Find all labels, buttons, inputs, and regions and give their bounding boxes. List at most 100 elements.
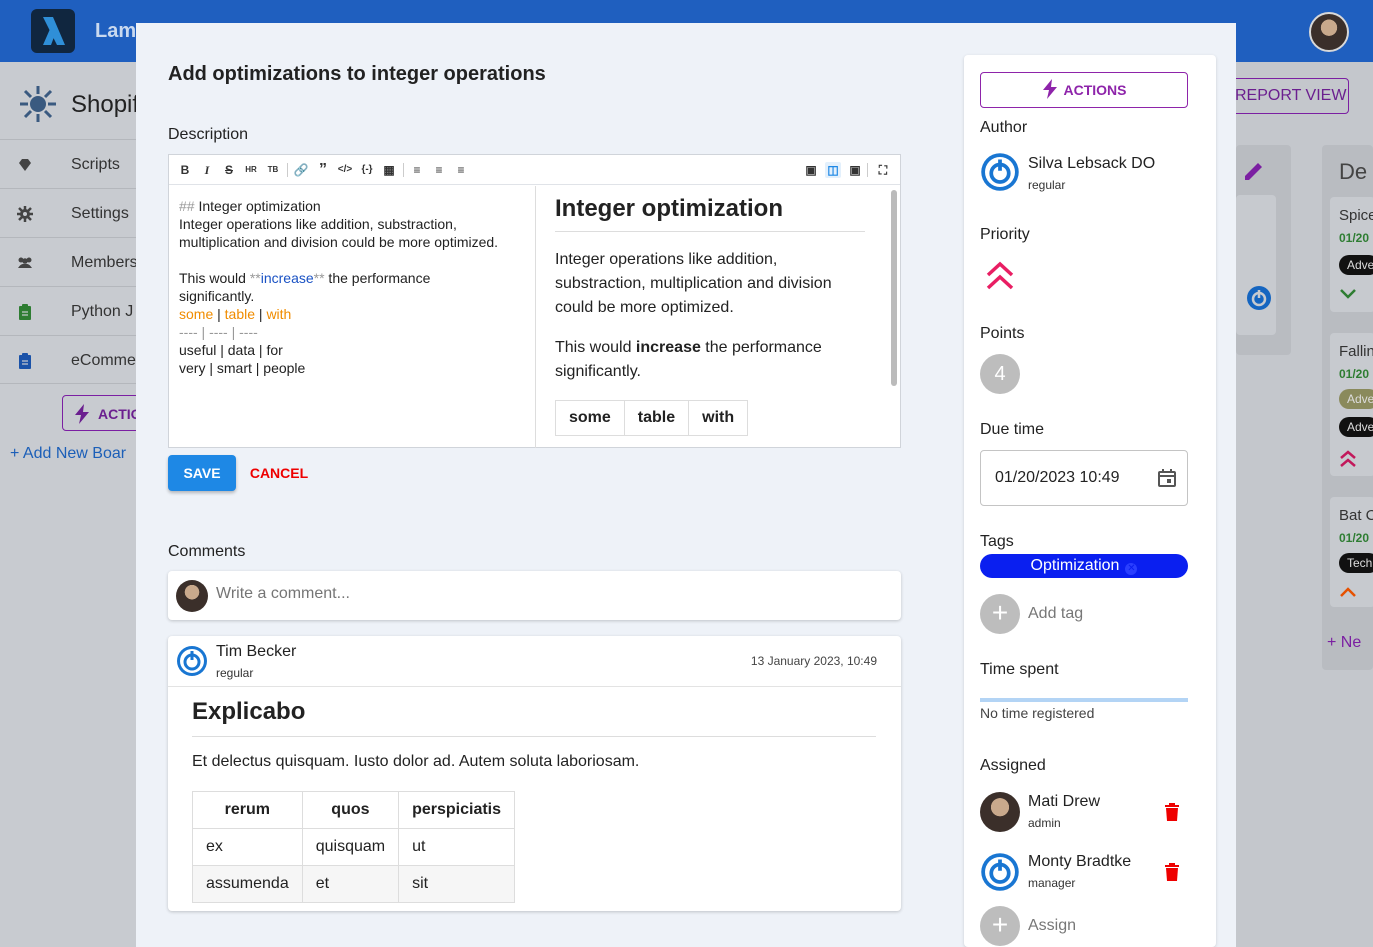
table-row: ex quisquam ut — [192, 828, 516, 866]
board-card[interactable]: Spice 01/20 Adve — [1330, 197, 1373, 312]
checklist-icon[interactable]: ≡ — [453, 162, 469, 178]
table-cell: sit — [398, 865, 516, 903]
add-new-board-link[interactable]: + Add New Boar — [10, 445, 126, 463]
table-cell: et — [301, 865, 400, 903]
table-header: rerum — [192, 791, 303, 829]
code-block-icon[interactable]: {-} — [359, 162, 375, 178]
comment-author-role: regular — [216, 666, 254, 680]
assign-label[interactable]: Assign — [1028, 917, 1076, 935]
board-card[interactable] — [1236, 195, 1276, 335]
clipboard-icon — [19, 304, 31, 320]
fullscreen-icon[interactable]: ⛶ — [875, 162, 891, 178]
link-icon[interactable]: 🔗 — [293, 162, 309, 178]
unordered-list-icon[interactable]: ≡ — [409, 162, 425, 178]
tag-chip[interactable]: Optimization ✕ — [980, 554, 1188, 578]
task-dialog: Add optimizations to integer operations … — [136, 23, 1236, 947]
author-name: Silva Lebsack DO — [1028, 155, 1156, 172]
add-tag-button[interactable]: + — [980, 594, 1020, 634]
sidebar-item-python-j[interactable]: Python J — [0, 286, 140, 335]
edit-mode-icon[interactable]: ▣ — [803, 162, 819, 178]
source-line: ---- | ---- | ---- — [179, 324, 258, 340]
description-label: Description — [168, 126, 249, 143]
split-mode-icon[interactable]: ◫ — [825, 162, 841, 178]
sidebar-item-settings[interactable]: Settings — [0, 188, 140, 237]
user-avatar[interactable] — [1309, 12, 1349, 52]
priority-label: Priority — [980, 226, 1030, 243]
board-card[interactable]: Bat C 01/20 Tech — [1330, 497, 1373, 607]
code-icon[interactable]: </> — [337, 162, 353, 178]
gear-icon — [17, 206, 33, 222]
source-line: ## Integer optimization — [179, 198, 321, 214]
ordered-list-icon[interactable]: ≡ — [431, 162, 447, 178]
save-button[interactable]: SAVE — [168, 455, 236, 491]
new-card-link[interactable]: + Ne — [1327, 634, 1361, 652]
cancel-button[interactable]: CANCEL — [242, 455, 316, 491]
card-date: 01/20 — [1339, 231, 1370, 245]
italic-button[interactable]: I — [199, 162, 215, 178]
sidebar-item-label: Members — [71, 254, 138, 271]
table-button[interactable]: TB — [265, 162, 281, 178]
sidebar-item-label: Scripts — [71, 156, 120, 173]
time-spent-text: No time registered — [980, 705, 1095, 721]
due-time-field[interactable]: 01/20/2023 10:49 — [980, 450, 1188, 506]
points-badge[interactable]: 4 — [980, 354, 1020, 394]
source-line: very | smart | people — [179, 360, 306, 376]
comment-author: Tim Becker — [216, 643, 297, 660]
gem-icon — [19, 159, 31, 171]
preview-paragraph: Integer operations like addition, substr… — [555, 251, 832, 316]
table-cell: quisquam — [301, 828, 400, 866]
double-chevron-up-icon — [1340, 450, 1356, 467]
comment-body: Explicabo Et delectus quisquam. Iusto do… — [192, 698, 876, 903]
comment-header: Tim Becker regular 13 January 2023, 10:4… — [168, 636, 901, 687]
clipboard-icon — [19, 353, 31, 369]
add-tag-label[interactable]: Add tag — [1028, 605, 1083, 623]
table-header: perspiciatis — [398, 791, 516, 829]
task-title[interactable]: Add optimizations to integer operations — [168, 63, 546, 86]
comment-input[interactable] — [216, 585, 886, 603]
board-card[interactable]: Fallin 01/20 Adve Adve — [1330, 333, 1373, 476]
app-logo[interactable] — [31, 9, 75, 53]
assignee-name: Mati Drew — [1028, 793, 1101, 810]
card-date: 01/20 — [1339, 367, 1370, 381]
editor-source-text[interactable]: ## Integer optimization Integer operation… — [179, 197, 498, 377]
close-icon[interactable]: ✕ — [1125, 563, 1138, 575]
sidebar-item-ecommerce[interactable]: eComme — [0, 335, 140, 384]
table-cell: ex — [192, 828, 303, 866]
author-label: Author — [980, 119, 1028, 136]
comment-date: 13 January 2023, 10:49 — [750, 654, 877, 668]
due-time-value: 01/20/2023 10:49 — [995, 469, 1120, 486]
power-icon — [981, 153, 1019, 191]
sidebar-item-scripts[interactable]: Scripts — [0, 139, 140, 188]
edit-icon[interactable] — [1242, 159, 1266, 183]
comment-card: Tim Becker regular 13 January 2023, 10:4… — [168, 636, 901, 911]
sidebar-item-label: eComme — [71, 352, 136, 369]
power-icon — [981, 853, 1019, 891]
comment-text: Et delectus quisquam. Iusto dolor ad. Au… — [192, 753, 640, 770]
source-line: useful | data | for — [179, 342, 283, 358]
calendar-icon[interactable] — [1157, 468, 1177, 488]
editor-scrollbar[interactable] — [888, 186, 900, 448]
delete-icon[interactable] — [1164, 803, 1180, 821]
image-icon[interactable]: ▦ — [381, 162, 397, 178]
markdown-editor[interactable]: B I S HR TB 🔗 ” </> {-} ▦ ≡ ≡ ≡ ▣ ◫ ▣ ⛶ … — [168, 154, 901, 448]
quote-icon[interactable]: ” — [315, 162, 331, 178]
double-chevron-up-icon[interactable] — [984, 260, 1016, 292]
assign-button[interactable]: + — [980, 906, 1020, 946]
preview-table: some table with — [555, 400, 749, 436]
chevron-down-icon — [1340, 289, 1356, 299]
bold-button[interactable]: B — [177, 162, 193, 178]
card-date: 01/20 — [1339, 531, 1370, 545]
strikethrough-button[interactable]: S — [221, 162, 237, 178]
actions-button[interactable]: ACTIONS — [980, 72, 1188, 108]
sidebar-item-label: Settings — [71, 205, 129, 222]
card-tag: Adve — [1339, 389, 1373, 409]
delete-icon[interactable] — [1164, 863, 1180, 881]
heading-button[interactable]: HR — [243, 162, 259, 178]
bolt-icon — [1042, 79, 1057, 99]
actions-label: ACTIONS — [1063, 82, 1127, 98]
editor-toolbar: B I S HR TB 🔗 ” </> {-} ▦ ≡ ≡ ≡ ▣ ◫ ▣ ⛶ — [169, 155, 900, 185]
table-header: with — [688, 400, 749, 436]
preview-mode-icon[interactable]: ▣ — [847, 162, 863, 178]
sidebar-item-members[interactable]: Members — [0, 237, 140, 286]
due-time-label: Due time — [980, 421, 1045, 438]
